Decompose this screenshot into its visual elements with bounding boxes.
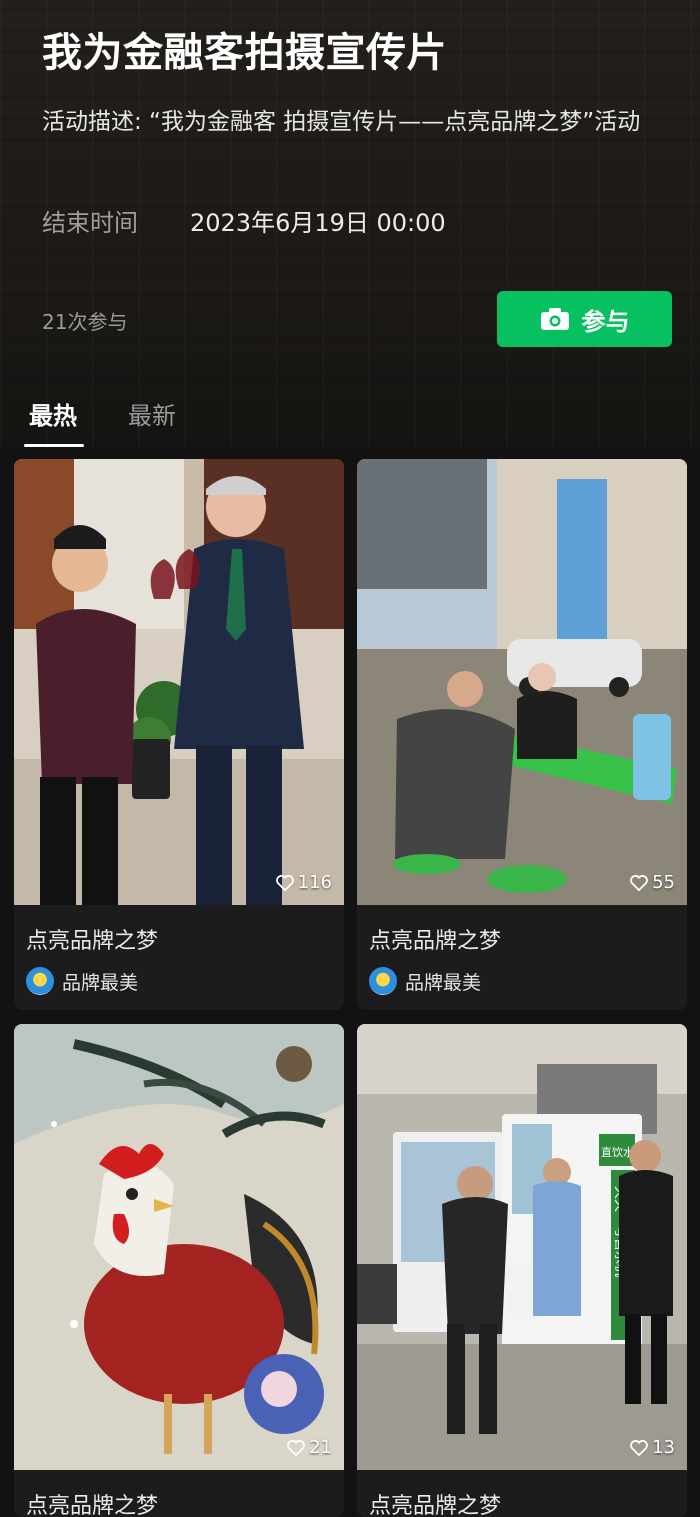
- post-card[interactable]: 55 点亮品牌之梦 品牌最美: [357, 459, 687, 1010]
- activity-description: 活动描述: “我为金融客 拍摄宣传片——点亮品牌之梦”活动: [42, 109, 641, 135]
- active-tab-indicator: [24, 444, 84, 447]
- activity-title: 我为金融客拍摄宣传片: [42, 30, 447, 76]
- photo-toast: [14, 459, 344, 905]
- author-name: 品牌最美: [405, 971, 482, 994]
- post-title: 点亮品牌之梦: [26, 929, 159, 954]
- avatar: [369, 967, 397, 995]
- end-time-label: 结束时间: [42, 209, 138, 237]
- like-count[interactable]: 21: [287, 1437, 332, 1458]
- like-count-value: 13: [652, 1437, 675, 1458]
- heart-icon: [630, 1439, 648, 1456]
- heart-icon: [287, 1439, 305, 1456]
- tab-newest[interactable]: 最新: [128, 396, 176, 431]
- post-card[interactable]: 116 点亮品牌之梦 品牌最美: [14, 459, 344, 1010]
- post-image[interactable]: 55: [357, 459, 687, 905]
- photo-outdoor-table: [357, 459, 687, 905]
- post-card[interactable]: 21 点亮品牌之梦: [14, 1024, 344, 1517]
- post-title: 点亮品牌之梦: [369, 1494, 502, 1517]
- join-button-label: 参与: [581, 307, 630, 336]
- like-count[interactable]: 116: [275, 872, 332, 893]
- post-card[interactable]: 直饮水 天天一号售水机 13 点亮品牌之梦: [357, 1024, 687, 1517]
- photo-water-kiosk: 直饮水 天天一号售水机: [357, 1024, 687, 1470]
- heart-icon: [630, 874, 648, 891]
- like-count[interactable]: 13: [630, 1437, 675, 1458]
- participation-count: 21次参与: [42, 310, 128, 334]
- post-title: 点亮品牌之梦: [26, 1494, 159, 1517]
- post-title: 点亮品牌之梦: [369, 929, 502, 954]
- post-author[interactable]: 品牌最美: [369, 967, 481, 995]
- like-count-value: 21: [309, 1437, 332, 1458]
- end-time-value: 2023年6月19日 00:00: [190, 209, 446, 237]
- post-author[interactable]: 品牌最美: [26, 967, 138, 995]
- activity-header: 我为金融客拍摄宣传片 活动描述: “我为金融客 拍摄宣传片——点亮品牌之梦”活动…: [0, 0, 700, 450]
- heart-icon: [275, 874, 294, 891]
- like-count-value: 55: [652, 872, 675, 893]
- author-name: 品牌最美: [62, 971, 139, 994]
- post-image[interactable]: 21: [14, 1024, 344, 1470]
- like-count[interactable]: 55: [630, 872, 675, 893]
- sort-tabs: 最热 最新: [0, 396, 700, 451]
- join-button[interactable]: 参与: [497, 291, 672, 347]
- painting-rooster: [14, 1024, 344, 1470]
- tab-hottest[interactable]: 最热: [29, 396, 77, 431]
- post-image[interactable]: 116: [14, 459, 344, 905]
- like-count-value: 116: [297, 872, 332, 893]
- avatar: [26, 967, 54, 995]
- post-image[interactable]: 直饮水 天天一号售水机 13: [357, 1024, 687, 1470]
- camera-icon: [540, 308, 569, 330]
